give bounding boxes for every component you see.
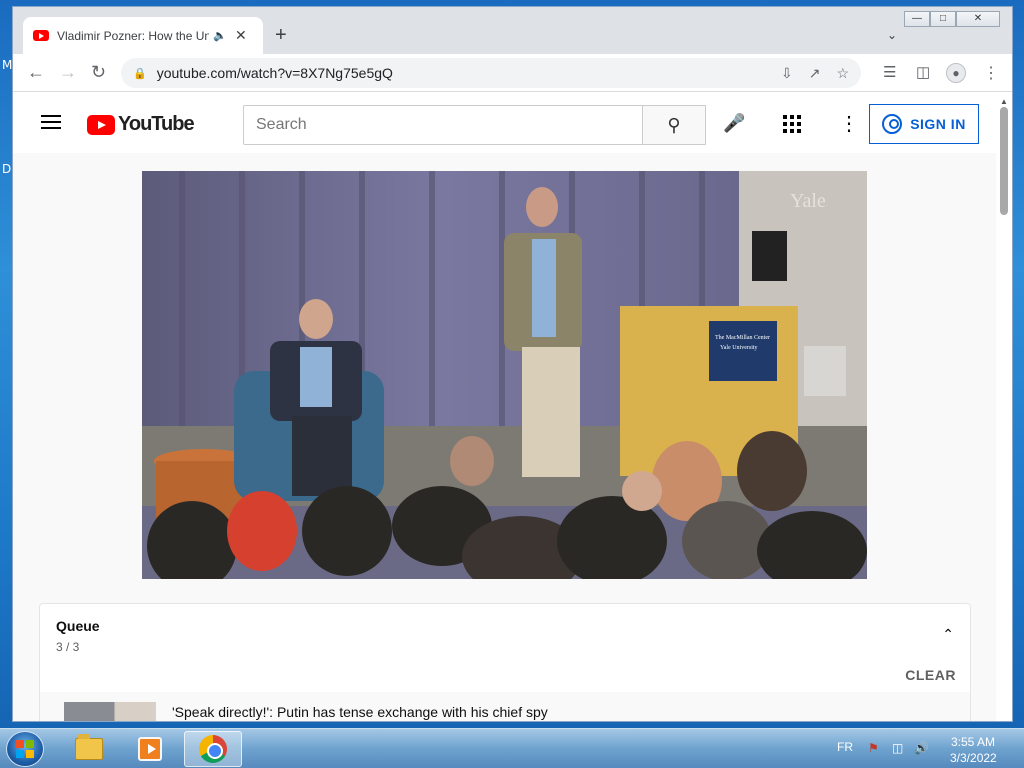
- search-input[interactable]: [243, 105, 642, 145]
- desktop-icon-label: M: [2, 58, 13, 72]
- browser-menu-icon[interactable]: ⋮: [983, 63, 999, 83]
- taskbar-chrome[interactable]: [184, 731, 242, 767]
- lock-icon[interactable]: 🔒: [133, 67, 147, 80]
- video-frame: Yale The MacMillan Center Yale Universit…: [142, 171, 867, 579]
- search-button[interactable]: ⚲: [642, 105, 706, 145]
- queue-title: Queue: [56, 618, 100, 634]
- browser-tab[interactable]: Vladimir Pozner: How the United States C…: [23, 17, 263, 54]
- queue-panel: Queue 3 / 3 ⌃ CLEAR 'Speak directly!': P…: [39, 603, 971, 721]
- media-player-icon: [138, 737, 162, 761]
- network-icon[interactable]: ◫: [892, 741, 903, 755]
- chrome-icon: [199, 735, 227, 763]
- youtube-favicon-icon: [33, 30, 49, 41]
- taskbar-file-explorer[interactable]: [60, 731, 118, 767]
- search-bar: ⚲: [243, 105, 706, 145]
- browser-window: Vladimir Pozner: How the United States C…: [12, 6, 1013, 722]
- volume-icon[interactable]: 🔊: [914, 741, 929, 755]
- settings-kebab-icon[interactable]: ⋮: [839, 111, 859, 136]
- clear-queue-button[interactable]: CLEAR: [905, 667, 956, 683]
- youtube-header: YouTube ⚲ 🎤 ⋮ SIGN IN: [13, 93, 997, 153]
- window-controls: — □ ✕: [904, 11, 1000, 27]
- maximize-button[interactable]: □: [930, 11, 956, 27]
- search-icon: ⚲: [667, 114, 681, 135]
- tab-strip: Vladimir Pozner: How the United States C…: [13, 7, 1012, 54]
- close-tab-icon[interactable]: ✕: [235, 27, 247, 44]
- wall-box: [804, 346, 846, 396]
- apps-grid-icon[interactable]: [783, 115, 801, 133]
- scroll-up-arrow-icon[interactable]: ▲: [1000, 97, 1008, 106]
- desktop-icon-label: D: [2, 162, 12, 176]
- monitor: [752, 231, 787, 281]
- hamburger-menu-icon[interactable]: [41, 115, 61, 129]
- seated-man-head: [299, 299, 333, 339]
- side-panel-icon[interactable]: ◫: [916, 63, 930, 81]
- install-app-icon[interactable]: ⇩: [781, 65, 793, 82]
- svg-text:The MacMillan Center: The MacMillan Center: [715, 335, 770, 341]
- profile-avatar-icon[interactable]: ●: [946, 63, 966, 83]
- close-window-button[interactable]: ✕: [956, 11, 1000, 27]
- youtube-play-icon: [87, 114, 115, 135]
- youtube-logo-text: YouTube: [118, 113, 195, 135]
- sign-in-button[interactable]: SIGN IN: [869, 104, 979, 144]
- queue-count: 3 / 3: [56, 640, 80, 654]
- standing-man-head: [526, 187, 558, 227]
- clock-date: 3/3/2022: [950, 751, 997, 765]
- chevron-up-icon[interactable]: ⌃: [942, 626, 954, 643]
- scrollbar-thumb[interactable]: [1000, 107, 1008, 215]
- address-bar[interactable]: 🔒 youtube.com/watch?v=8X7Ng75e5gQ ⇩ ↗ ☆: [121, 58, 861, 88]
- clock-time: 3:55 AM: [950, 735, 996, 749]
- windows-logo-icon: [16, 740, 34, 758]
- system-clock[interactable]: 3:55 AM 3/3/2022: [950, 734, 997, 766]
- speaker-icon[interactable]: 🔈: [213, 29, 229, 42]
- tab-title: Vladimir Pozner: How the United States C…: [57, 28, 209, 43]
- bookmark-star-icon[interactable]: ☆: [836, 65, 849, 82]
- folder-icon: [75, 734, 103, 760]
- queue-item-thumbnail[interactable]: [64, 702, 156, 721]
- svg-text:Yale University: Yale University: [720, 345, 758, 351]
- yale-wall-sign: Yale: [790, 190, 826, 212]
- action-center-flag-icon[interactable]: ⚑: [868, 741, 879, 755]
- url-text[interactable]: youtube.com/watch?v=8X7Ng75e5gQ: [157, 65, 393, 81]
- sign-in-label: SIGN IN: [910, 116, 966, 132]
- language-indicator[interactable]: FR: [837, 740, 853, 754]
- page-viewport: YouTube ⚲ 🎤 ⋮ SIGN IN: [13, 93, 1012, 721]
- video-player[interactable]: Yale The MacMillan Center Yale Universit…: [142, 171, 867, 579]
- tab-search-chevron-icon[interactable]: ⌄: [887, 28, 897, 42]
- forward-arrow-icon[interactable]: →: [59, 62, 77, 82]
- taskbar: FR ⚑ ◫ 🔊 3:55 AM 3/3/2022: [0, 728, 1024, 768]
- page-scrollbar[interactable]: ▲: [996, 93, 1012, 721]
- microphone-icon[interactable]: 🎤: [723, 113, 745, 134]
- reload-icon[interactable]: ↻: [91, 62, 106, 82]
- back-arrow-icon[interactable]: ←: [27, 62, 45, 82]
- queue-item[interactable]: 'Speak directly!': Putin has tense excha…: [40, 692, 970, 721]
- youtube-logo[interactable]: YouTube: [87, 113, 195, 136]
- taskbar-media-player[interactable]: [121, 731, 179, 767]
- media-queue-icon[interactable]: ☰: [883, 63, 896, 81]
- new-tab-button[interactable]: +: [275, 25, 287, 45]
- browser-toolbar: ← → ↻ 🔒 youtube.com/watch?v=8X7Ng75e5gQ …: [13, 54, 1012, 92]
- start-button[interactable]: [6, 731, 44, 767]
- share-icon[interactable]: ↗: [809, 65, 821, 82]
- account-icon: [882, 114, 903, 134]
- queue-item-title[interactable]: 'Speak directly!': Putin has tense excha…: [172, 704, 548, 720]
- minimize-button[interactable]: —: [904, 11, 930, 27]
- podium-sign: [709, 321, 777, 381]
